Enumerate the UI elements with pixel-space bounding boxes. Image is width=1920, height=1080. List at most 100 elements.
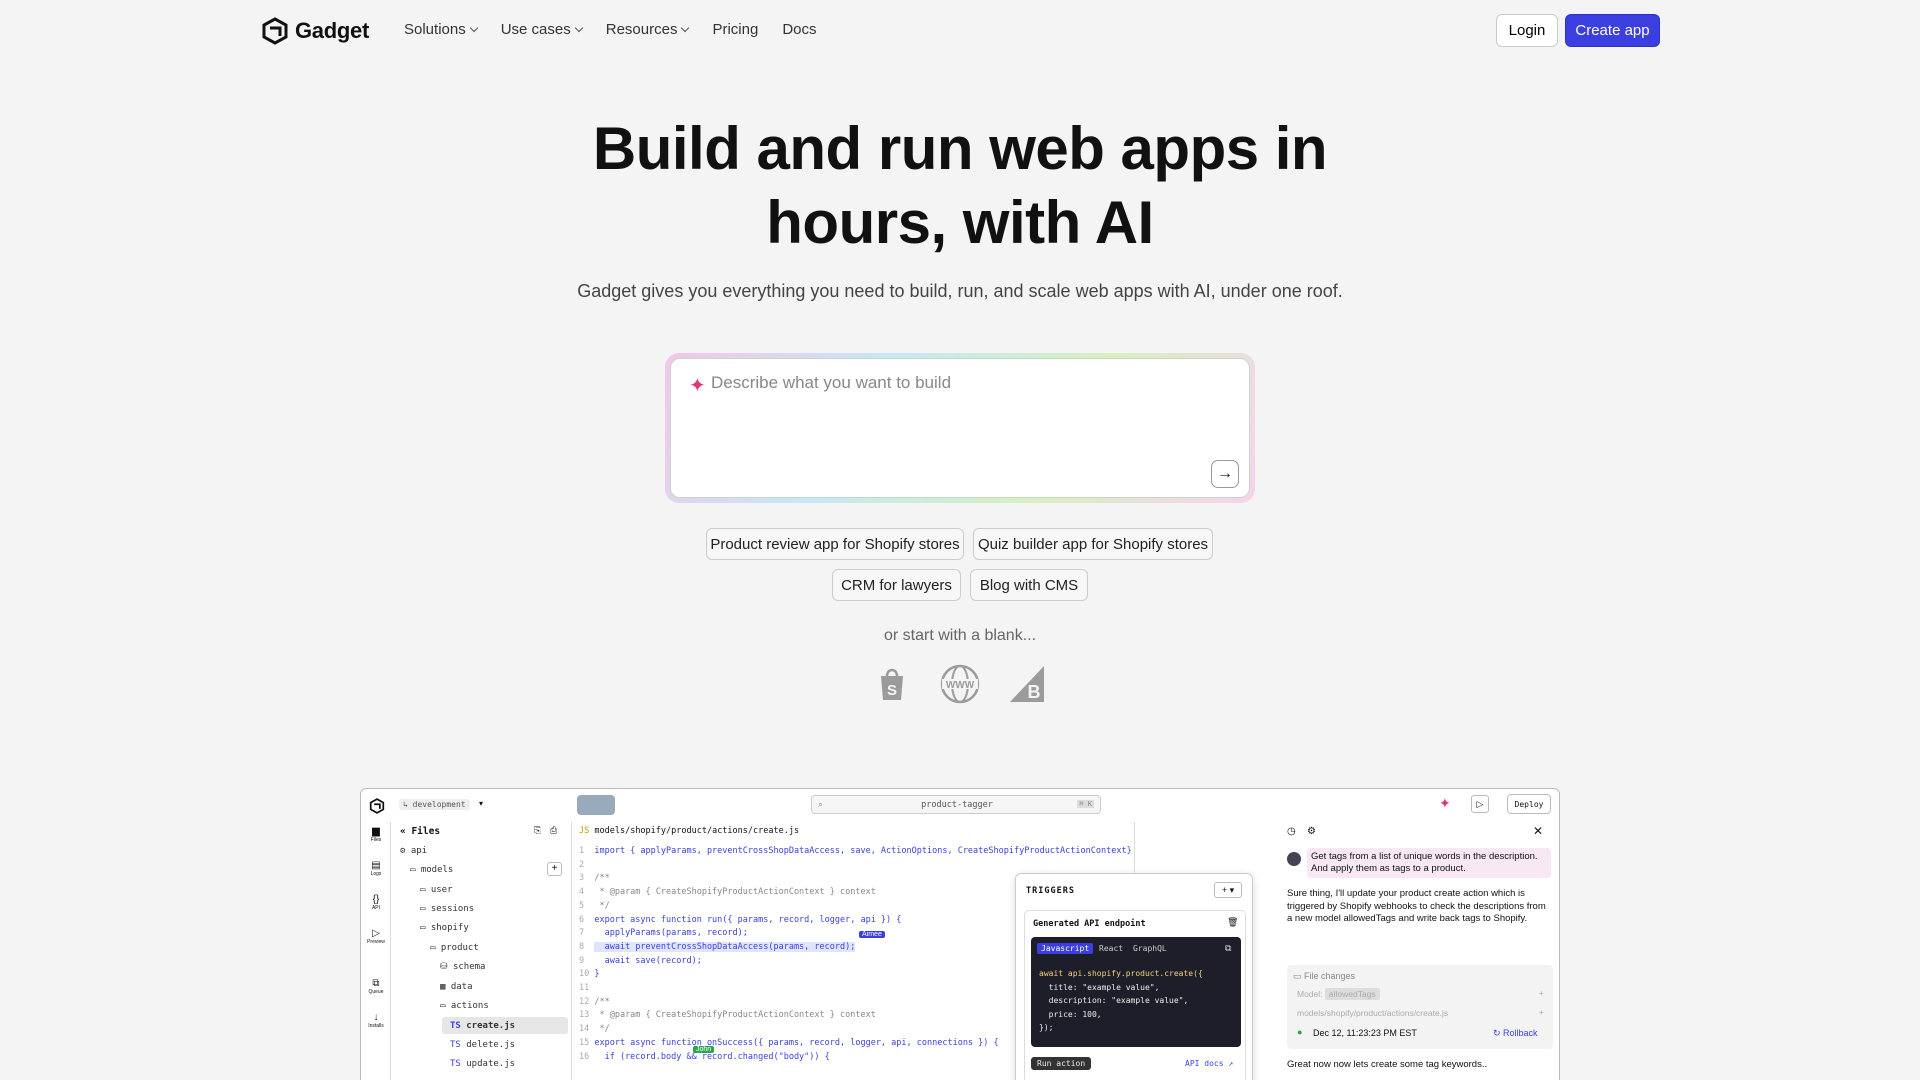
- api-rail-label: API: [371, 905, 381, 911]
- suggestion-product-review[interactable]: Product review app for Shopify stores: [706, 528, 964, 560]
- chevron-down-icon[interactable]: ▾: [479, 799, 483, 808]
- search-bar[interactable]: ⌕ product-tagger ⌘ K: [811, 795, 1101, 814]
- suggestion-blog-cms[interactable]: Blog with CMS: [970, 569, 1088, 601]
- tree-item[interactable]: ▭ shopify: [420, 923, 469, 933]
- code-line: if (record.body && record.changed("body"…: [594, 1051, 830, 1062]
- collaborator-avatars: [577, 795, 615, 815]
- code-line: export async function onSuccess({ params…: [594, 1037, 999, 1048]
- files-rail-item[interactable]: ▆ Files: [361, 826, 391, 843]
- suggestion-crm-lawyers[interactable]: CRM for lawyers: [832, 569, 961, 601]
- code-sample-line: await api.shopify.product.create({: [1039, 969, 1203, 978]
- tree-item-label: schema: [452, 962, 486, 972]
- tree-item[interactable]: TS create.js: [450, 1021, 515, 1031]
- api-docs-text: API docs: [1185, 1059, 1224, 1068]
- files-rail-label: Files: [370, 837, 382, 843]
- logs-rail-item[interactable]: ▤ Logs: [361, 860, 391, 877]
- file-changes-title-text: File changes: [1304, 971, 1356, 981]
- tree-item[interactable]: ▭ sessions: [420, 904, 474, 914]
- editor-preview: ↳ development ▾ ⌕ product-tagger ⌘ K ✦ ▷…: [360, 788, 1560, 1080]
- menu-resources[interactable]: Resources: [605, 21, 690, 38]
- login-button[interactable]: Login: [1496, 14, 1558, 47]
- new-folder-icon[interactable]: ⎙: [550, 825, 557, 836]
- ai-message: Sure thing, I'll update your product cre…: [1287, 888, 1546, 924]
- www-icon[interactable]: WWW: [940, 664, 980, 704]
- tree-item[interactable]: ▭ models: [410, 865, 453, 875]
- tree-item[interactable]: ▭ actions: [440, 1001, 489, 1011]
- menu-use-cases[interactable]: Use cases: [501, 21, 583, 38]
- menu-solutions-label: Solutions: [404, 21, 466, 38]
- code-line: /**: [594, 996, 610, 1007]
- queue-rail-item[interactable]: ⧉ Queue: [361, 978, 391, 995]
- tree-item[interactable]: TS update.js: [450, 1059, 515, 1069]
- rollback-label: Rollback: [1503, 1028, 1538, 1038]
- api-endpoint-title: Generated API endpoint: [1033, 919, 1146, 929]
- add-icon[interactable]: +: [547, 862, 562, 876]
- new-file-icon[interactable]: ⎘: [534, 825, 541, 836]
- play-icon[interactable]: ▷: [1471, 795, 1489, 813]
- settings-icon[interactable]: ⚙: [1307, 826, 1316, 837]
- code-line: await save(record);: [594, 955, 702, 966]
- submit-arrow-button[interactable]: →: [1211, 460, 1239, 488]
- gadget-logo-icon: [262, 17, 288, 45]
- api-endpoint-card: Generated API endpoint 🗑 Javascript Reac…: [1024, 910, 1246, 1080]
- api-rail-item[interactable]: {} API: [361, 894, 391, 911]
- prompt-input[interactable]: [711, 373, 1211, 393]
- changed-file[interactable]: models/shopify/product/actions/create.js: [1297, 1008, 1448, 1018]
- tree-item[interactable]: ▦ data: [440, 982, 473, 992]
- model-row[interactable]: Model: allowedTags: [1297, 988, 1380, 1000]
- tab-javascript[interactable]: Javascript: [1037, 943, 1094, 954]
- code-sample-box: Javascript React GraphQL ⧉ await api.sho…: [1031, 937, 1241, 1047]
- preview-rail-item[interactable]: ▷ Preview: [361, 928, 391, 945]
- avatar: [1287, 852, 1301, 866]
- rollback-button[interactable]: ↻ Rollback: [1493, 1028, 1538, 1039]
- menu-pricing[interactable]: Pricing: [712, 21, 758, 38]
- file-tab[interactable]: JS models/shopify/product/actions/create…: [579, 826, 799, 836]
- tree-item[interactable]: ⛁ schema: [440, 962, 485, 972]
- tree-item[interactable]: ▭ user: [420, 885, 453, 895]
- close-icon[interactable]: ✕: [1533, 824, 1543, 838]
- triggers-title: TRIGGERS: [1026, 886, 1075, 896]
- prompt-box: ✦ →: [665, 353, 1255, 503]
- menu-resources-label: Resources: [605, 21, 678, 38]
- hero-title-line1: Build and run web apps in: [592, 115, 1328, 182]
- history-icon[interactable]: ◷: [1287, 826, 1296, 837]
- installs-rail-item[interactable]: ↓ Installs: [361, 1012, 391, 1029]
- preview-rail-label: Preview: [367, 939, 385, 945]
- check-icon: ●: [1297, 1027, 1303, 1037]
- copy-icon[interactable]: ⧉: [1225, 943, 1231, 954]
- ai-sparkle-icon[interactable]: ✦: [1439, 795, 1451, 812]
- bigcommerce-icon[interactable]: B: [1008, 664, 1048, 704]
- logs-rail-label: Logs: [370, 871, 382, 877]
- menu-solutions[interactable]: Solutions: [404, 21, 478, 38]
- deploy-button[interactable]: Deploy: [1507, 794, 1551, 814]
- tab-react[interactable]: React: [1099, 944, 1123, 953]
- tree-item-label: sessions: [430, 904, 475, 914]
- installs-rail-label: Installs: [368, 1023, 384, 1029]
- run-action-button[interactable]: Run action: [1031, 1057, 1092, 1070]
- menu-docs[interactable]: Docs: [782, 21, 816, 38]
- tree-item[interactable]: ⚙ api: [400, 846, 427, 856]
- timestamp: Dec 12, 11:23:23 PM EST: [1313, 1028, 1417, 1038]
- tree-item[interactable]: ▭ product: [430, 943, 479, 953]
- tab-graphql[interactable]: GraphQL: [1133, 944, 1167, 953]
- code-line: * @param { CreateShopifyProductActionCon…: [594, 887, 876, 898]
- hero-title-line2: hours, with AI: [766, 189, 1154, 256]
- shortcut-hint: ⌘ K: [1077, 800, 1094, 808]
- brand-logo[interactable]: Gadget: [261, 17, 369, 45]
- env-label: development: [412, 800, 466, 809]
- create-app-button[interactable]: Create app: [1565, 14, 1660, 47]
- hero-title: Build and run web apps in hours, with AI: [0, 112, 1920, 260]
- brand-name: Gadget: [295, 18, 369, 43]
- api-docs-link[interactable]: API docs ↗: [1185, 1059, 1233, 1068]
- code-line: * @param { CreateShopifyProductActionCon…: [594, 1010, 876, 1021]
- code-line: */: [594, 1024, 610, 1035]
- add-trigger-button[interactable]: + ▾: [1214, 882, 1242, 898]
- shopify-icon[interactable]: S: [872, 664, 912, 704]
- main-menu: Solutions Use cases Resources Pricing Do…: [404, 21, 817, 38]
- tree-item[interactable]: TS delete.js: [450, 1040, 515, 1050]
- triggers-panel: TRIGGERS + ▾ Generated API endpoint 🗑 Ja…: [1015, 873, 1253, 1080]
- env-selector[interactable]: ↳ development: [399, 799, 470, 810]
- suggestion-quiz-builder[interactable]: Quiz builder app for Shopify stores: [973, 528, 1213, 560]
- trash-icon[interactable]: 🗑: [1227, 917, 1238, 928]
- file-changes-card: ▭ File changes Model: allowedTags models…: [1287, 965, 1553, 1049]
